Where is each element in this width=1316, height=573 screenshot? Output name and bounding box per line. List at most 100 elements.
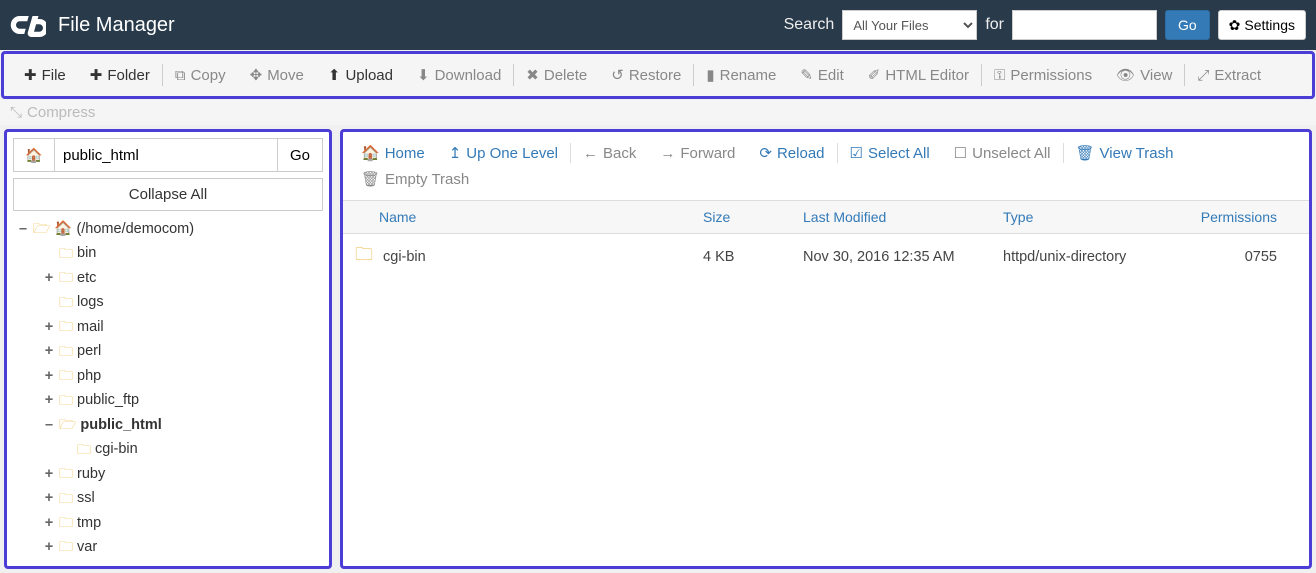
eye-icon: 👁 xyxy=(1116,66,1135,84)
tree-toggle[interactable] xyxy=(43,242,55,264)
tree-toggle[interactable]: + xyxy=(43,340,55,362)
table-row[interactable]: 🗀cgi-bin4 KBNov 30, 2016 12:35 AMhttpd/u… xyxy=(343,234,1309,280)
tree-toggle[interactable]: + xyxy=(43,389,55,411)
permissions-label: Permissions xyxy=(1010,67,1092,84)
tree-node-label: cgi-bin xyxy=(95,438,138,460)
tree-toggle[interactable]: + xyxy=(43,536,55,558)
tree-node-label: php xyxy=(77,365,101,387)
nav-back-button[interactable]: ←Back xyxy=(571,141,648,166)
new-file-button[interactable]: ✚File xyxy=(12,60,78,90)
folder-icon: 🗀 xyxy=(59,267,73,289)
tree-node-label: logs xyxy=(77,291,104,313)
select-all-button[interactable]: ☑Select All xyxy=(838,140,942,166)
folder-tree-panel: 🏠 Go Collapse All – 🗁 🏠 (/home/democom) … xyxy=(4,129,332,569)
row-permissions: 0755 xyxy=(1183,249,1293,265)
tree-root[interactable]: – 🗁 🏠 (/home/democom) xyxy=(13,217,323,241)
html-editor-button[interactable]: ✐HTML Editor xyxy=(856,60,981,90)
tree-toggle[interactable] xyxy=(61,438,73,460)
col-permissions[interactable]: Permissions xyxy=(1183,209,1293,225)
row-size: 4 KB xyxy=(703,249,803,265)
row-type: httpd/unix-directory xyxy=(1003,249,1183,265)
nav-back-label: Back xyxy=(603,145,636,162)
tree-node-label: ruby xyxy=(77,463,105,485)
extract-button[interactable]: ⤢Extract xyxy=(1185,61,1273,90)
path-go-button[interactable]: Go xyxy=(278,138,323,172)
empty-trash-button[interactable]: 🗑Empty Trash xyxy=(349,166,481,192)
search-input[interactable] xyxy=(1012,10,1157,40)
delete-icon: ✖ xyxy=(526,66,539,84)
search-scope-select[interactable]: All Your Files xyxy=(842,10,977,40)
collapse-all-button[interactable]: Collapse All xyxy=(13,178,323,211)
tree-node[interactable]: +🗀tmp xyxy=(13,511,323,535)
tree-node[interactable]: +🗀mail xyxy=(13,315,323,339)
home-path-button[interactable]: 🏠 xyxy=(13,138,55,172)
nav-reload-button[interactable]: ⟳Reload xyxy=(747,140,836,166)
tree-toggle[interactable]: – xyxy=(17,218,29,240)
compress-button[interactable]: ⤡Compress xyxy=(0,100,1316,125)
unselect-all-button[interactable]: ☐Unselect All xyxy=(942,140,1063,166)
rename-label: Rename xyxy=(720,67,777,84)
new-folder-button[interactable]: ✚Folder xyxy=(78,60,162,90)
nav-up-button[interactable]: ↥Up One Level xyxy=(437,140,570,166)
tree-toggle[interactable]: + xyxy=(43,267,55,289)
tree-node[interactable]: +🗀public_ftp xyxy=(13,388,323,412)
folder-icon: 🗀 xyxy=(77,439,91,461)
empty-trash-label: Empty Trash xyxy=(385,171,469,188)
col-name[interactable]: Name xyxy=(343,209,703,225)
permissions-button[interactable]: ⚿Permissions xyxy=(982,61,1104,90)
view-button[interactable]: 👁View xyxy=(1104,60,1184,90)
search-go-button[interactable]: Go xyxy=(1165,10,1210,40)
nav-forward-button[interactable]: →Forward xyxy=(648,141,747,166)
view-trash-button[interactable]: 🗑View Trash xyxy=(1064,140,1186,166)
tree-node[interactable]: +🗀var xyxy=(13,535,323,559)
delete-button[interactable]: ✖Delete xyxy=(514,60,599,90)
folder-icon: 🗀 xyxy=(59,463,73,485)
nav-home-label: Home xyxy=(385,145,425,162)
tree-toggle[interactable]: + xyxy=(43,365,55,387)
edit-label: Edit xyxy=(818,67,844,84)
tree-node-label: tmp xyxy=(77,512,101,534)
download-button[interactable]: ⬇Download xyxy=(405,60,513,90)
tree-node[interactable]: 🗀bin xyxy=(13,241,323,265)
unselect-all-label: Unselect All xyxy=(972,145,1050,162)
plus-icon: ✚ xyxy=(24,66,37,84)
tree-node[interactable]: +🗀ssl xyxy=(13,486,323,510)
tree-node-label: mail xyxy=(77,316,104,338)
copy-label: Copy xyxy=(191,67,226,84)
tree-toggle[interactable]: + xyxy=(43,512,55,534)
up-arrow-icon: ↥ xyxy=(449,144,462,162)
tree-node-label: var xyxy=(77,536,97,558)
tree-toggle[interactable] xyxy=(43,291,55,313)
tree-toggle[interactable]: + xyxy=(43,316,55,338)
restore-button[interactable]: ↺Restore xyxy=(599,60,693,90)
tree-node[interactable]: –🗁public_html xyxy=(13,413,323,437)
nav-reload-label: Reload xyxy=(777,145,825,162)
tree-node[interactable]: +🗀perl xyxy=(13,339,323,363)
tree-node[interactable]: 🗀cgi-bin xyxy=(13,437,323,461)
nav-home-button[interactable]: 🏠Home xyxy=(349,140,437,166)
settings-button[interactable]: ✿ Settings xyxy=(1218,10,1306,40)
home-icon: 🏠 xyxy=(54,218,72,240)
col-modified[interactable]: Last Modified xyxy=(803,209,1003,225)
tree-toggle[interactable]: – xyxy=(43,414,55,436)
tree-toggle[interactable]: + xyxy=(43,487,55,509)
download-icon: ⬇ xyxy=(417,66,430,84)
move-button[interactable]: ✥Move xyxy=(238,60,316,90)
tree-node[interactable]: +🗀php xyxy=(13,364,323,388)
view-trash-label: View Trash xyxy=(1100,145,1174,162)
rename-button[interactable]: ▮Rename xyxy=(694,60,788,90)
tree-toggle[interactable]: + xyxy=(43,463,55,485)
html-editor-label: HTML Editor xyxy=(885,67,969,84)
col-type[interactable]: Type xyxy=(1003,209,1183,225)
tree-node[interactable]: +🗀ruby xyxy=(13,462,323,486)
path-input[interactable] xyxy=(55,138,278,172)
select-all-label: Select All xyxy=(868,145,930,162)
col-size[interactable]: Size xyxy=(703,209,803,225)
tree-node[interactable]: 🗀logs xyxy=(13,290,323,314)
edit-button[interactable]: ✎Edit xyxy=(788,60,855,90)
copy-button[interactable]: ⧉Copy xyxy=(163,61,238,90)
folder-icon: 🗀 xyxy=(59,316,73,338)
nav-forward-label: Forward xyxy=(680,145,735,162)
upload-button[interactable]: ⬆Upload xyxy=(316,60,405,90)
tree-node[interactable]: +🗀etc xyxy=(13,266,323,290)
